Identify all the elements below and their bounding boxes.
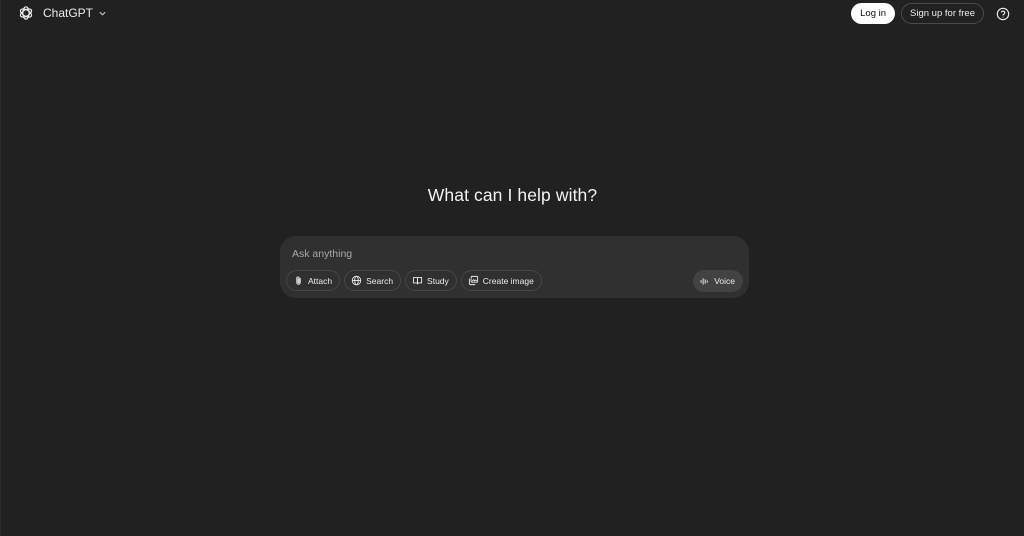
study-label: Study — [427, 275, 449, 286]
attach-label: Attach — [308, 275, 333, 286]
page: ChatGPT Log in Sign up for free What can… — [0, 0, 1024, 536]
paperclip-icon — [296, 276, 301, 285]
search-label: Search — [366, 275, 394, 286]
attach-button[interactable]: Attach — [286, 270, 341, 291]
composer: Attach Search Study — [280, 236, 749, 298]
prompt-input[interactable] — [292, 245, 732, 263]
help-button[interactable] — [994, 5, 1012, 23]
chevron-down-icon — [99, 11, 106, 16]
page-title: What can I help with? — [427, 185, 598, 205]
search-button[interactable]: Search — [344, 270, 402, 291]
voice-label: Voice — [714, 276, 735, 286]
composer-tools: Attach Search Study Create image — [286, 270, 542, 291]
voice-button[interactable]: Voice — [693, 270, 743, 292]
signup-button[interactable]: Sign up for free — [901, 3, 984, 24]
model-switcher[interactable]: ChatGPT — [39, 2, 111, 24]
image-icon — [468, 275, 478, 286]
openai-logo-icon[interactable] — [17, 4, 35, 22]
help-icon — [996, 7, 1010, 20]
create-image-label: Create image — [482, 275, 534, 286]
model-name: ChatGPT — [43, 6, 94, 20]
create-image-button[interactable]: Create image — [460, 270, 542, 291]
study-button[interactable]: Study — [405, 270, 457, 291]
login-button[interactable]: Log in — [851, 3, 896, 24]
header-actions: Log in Sign up for free — [851, 3, 1012, 24]
globe-icon — [351, 275, 362, 286]
voice-waveform-icon — [700, 277, 708, 285]
header: ChatGPT Log in Sign up for free — [1, 0, 1024, 28]
book-icon — [412, 276, 423, 285]
